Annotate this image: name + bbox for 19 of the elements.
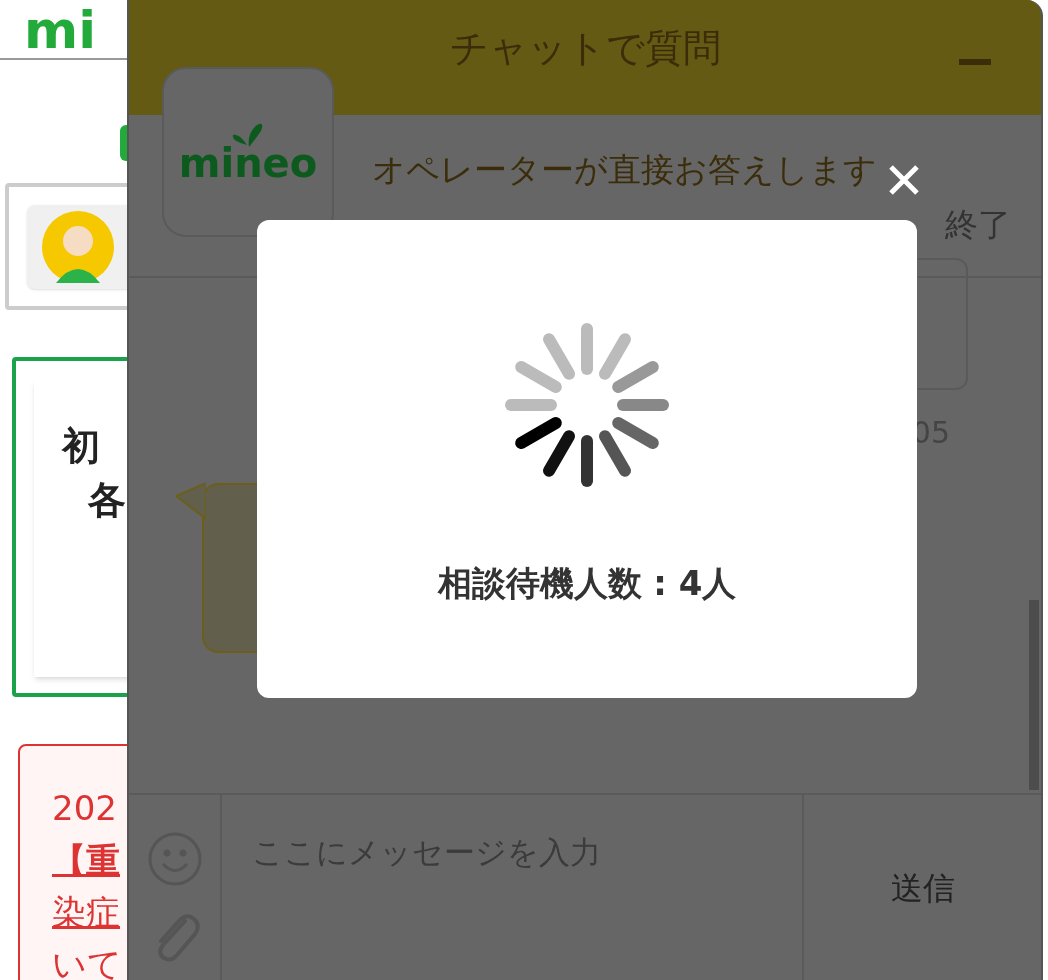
card-heading: 初 [62, 423, 100, 470]
bubble-tail [176, 483, 206, 523]
sprout-icon [231, 121, 265, 147]
notice-link[interactable]: 染症 [52, 886, 120, 938]
waiting-count: 相談待機人数 : 4人 [437, 562, 737, 605]
card-heading: 各 [88, 477, 126, 524]
notice-text: 202 [52, 787, 117, 830]
loading-spinner-icon [502, 320, 672, 490]
minimize-icon [959, 59, 991, 65]
send-button[interactable]: 送信 [804, 795, 1041, 980]
close-icon [889, 165, 919, 195]
notice-text: いて [52, 943, 122, 980]
scrollbar-thumb[interactable] [1029, 600, 1039, 790]
brand-name: mineo [178, 143, 318, 183]
page-button[interactable] [120, 125, 127, 161]
avatar [42, 211, 114, 283]
notice-link[interactable]: 【重 [52, 834, 120, 886]
chat-heading: オペレーターが直接お答えします [372, 149, 877, 191]
logo[interactable]: mi [24, 4, 96, 56]
